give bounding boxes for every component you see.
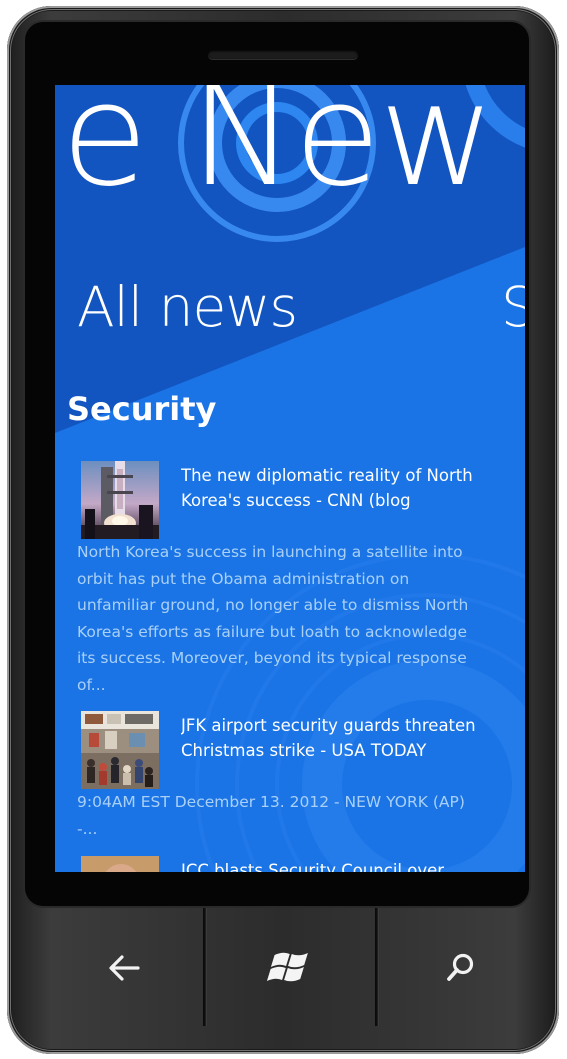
pivot-header-next[interactable]: S	[501, 280, 525, 335]
search-button[interactable]	[430, 938, 490, 998]
back-arrow-icon	[109, 955, 140, 981]
pivot-header-all-news[interactable]: All news	[77, 280, 298, 335]
article-summary: 9:04AM EST December 13. 2012 - NEW YORK …	[77, 793, 465, 838]
article-thumbnail[interactable]	[81, 461, 159, 539]
hub-title: e New	[61, 85, 495, 218]
article-title[interactable]: ICC blasts Security Council over	[181, 858, 477, 872]
start-button[interactable]	[258, 938, 318, 998]
app-screen: e New All news S Security The new diplom…	[55, 85, 525, 872]
earpiece-speaker	[208, 50, 358, 59]
back-button[interactable]	[94, 938, 154, 998]
hardware-key-divider	[375, 908, 379, 1026]
article-summary: North Korea's success in launching a sat…	[77, 543, 469, 694]
article-thumbnail[interactable]	[81, 711, 159, 789]
search-icon	[447, 953, 474, 981]
hardware-key-divider	[203, 908, 207, 1026]
article-thumbnail[interactable]	[81, 856, 159, 872]
article-title[interactable]: JFK airport security guards threaten Chr…	[181, 713, 477, 763]
windows-logo-icon	[266, 952, 308, 982]
section-heading: Security	[67, 390, 217, 428]
article-title[interactable]: The new diplomatic reality of North Kore…	[181, 463, 477, 513]
